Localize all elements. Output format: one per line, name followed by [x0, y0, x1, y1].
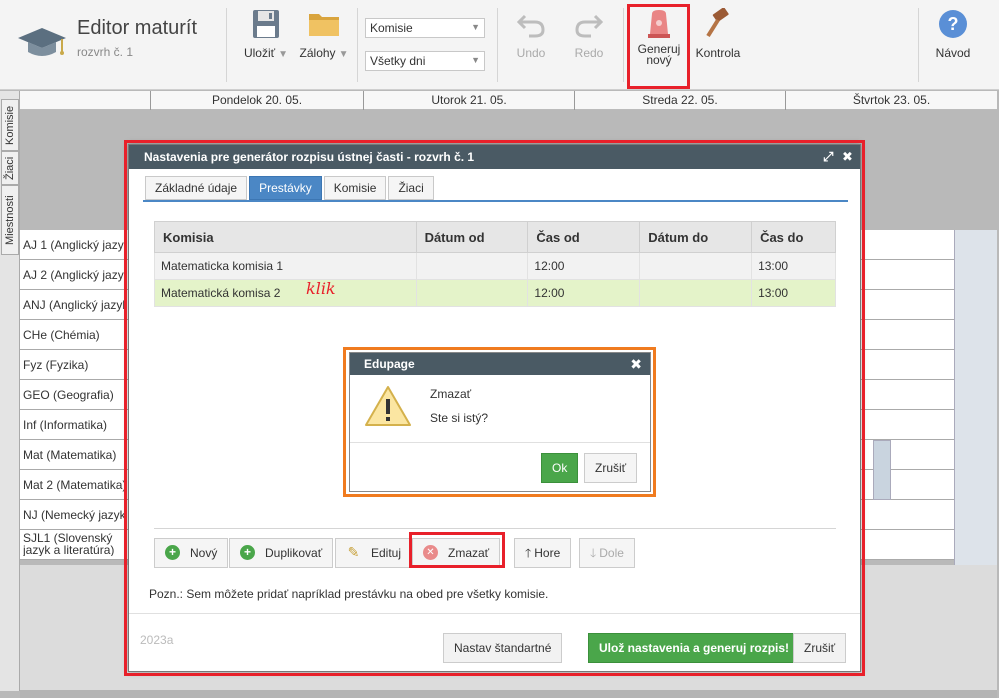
committee-select[interactable]: Komisie ▼ [365, 18, 485, 38]
redo-button[interactable]: Redo [569, 8, 609, 60]
undo-button[interactable]: Undo [511, 8, 551, 60]
toolbar: Editor maturít rozvrh č. 1 Uložiť ▼ Záloh… [0, 0, 999, 90]
row-label: CHe (Chémia) [23, 328, 100, 342]
days-select-value: Všetky dni [370, 54, 426, 68]
toolbar-divider [918, 8, 919, 82]
row-label: SJL1 (Slovenský jazyk a literatúra) [23, 532, 115, 556]
redo-label: Redo [574, 46, 604, 60]
floppy-disk-icon [253, 10, 279, 38]
side-tab-committees[interactable]: Komisie [1, 99, 19, 151]
row-label: ANJ (Anglický jazyk) [23, 298, 126, 312]
row-label: Mat 2 (Matematika) [23, 478, 126, 492]
undo-label: Undo [516, 46, 546, 60]
committee-select-value: Komisie [370, 21, 413, 35]
help-button[interactable]: ? Návod [932, 8, 974, 60]
row-label: NJ (Nemecký jazyk) [23, 508, 126, 522]
scheduled-block[interactable] [873, 440, 891, 500]
days-select[interactable]: Všetky dni ▼ [365, 51, 485, 71]
chevron-down-icon: ▼ [338, 49, 349, 60]
row-label: AJ 2 (Anglický jazyk) [23, 268, 126, 282]
row-label: AJ 1 (Anglický jazyk) [23, 238, 126, 252]
day-header: Pondelok 20. 05. Utorok 21. 05. Streda 2… [20, 91, 997, 110]
chevron-down-icon: ▼ [278, 49, 289, 60]
row-label: Fyz (Fyzika) [23, 358, 89, 372]
gavel-icon [706, 8, 729, 38]
day-header-cell: Pondelok 20. 05. [150, 91, 363, 110]
row-label: GEO (Geografia) [23, 388, 114, 402]
row-label: Mat (Matematika) [23, 448, 117, 462]
app-title: Editor maturít [77, 17, 198, 39]
annotation-highlight-confirm [343, 347, 656, 497]
check-label: Kontrola [695, 46, 741, 60]
side-tabs: Komisie Žiaci Miestnosti [0, 91, 20, 691]
scheduled-column [954, 230, 997, 565]
annotation-highlight-delete [409, 532, 505, 568]
chevron-down-icon: ▼ [471, 55, 480, 65]
toolbar-divider [357, 8, 358, 82]
save-button[interactable]: Uložiť ▼ [241, 8, 291, 60]
graduation-cap-icon [18, 28, 66, 56]
annotation-highlight-generate [627, 4, 690, 89]
day-header-cell: Streda 22. 05. [574, 91, 785, 110]
folder-icon [309, 14, 339, 36]
backups-button[interactable]: Zálohy ▼ [297, 8, 351, 60]
chevron-down-icon: ▼ [471, 22, 480, 32]
side-tab-students[interactable]: Žiaci [1, 151, 19, 185]
undo-icon [516, 14, 545, 38]
toolbar-divider [226, 8, 227, 82]
help-icon: ? [939, 10, 967, 38]
save-label: Uložiť [243, 46, 276, 60]
toolbar-divider [623, 8, 624, 82]
help-label: Návod [935, 46, 971, 60]
redo-icon [575, 14, 604, 38]
backups-label: Zálohy [299, 46, 336, 60]
day-header-cell: Utorok 21. 05. [363, 91, 574, 110]
row-label: Inf (Informatika) [23, 418, 108, 432]
check-button[interactable]: Kontrola [693, 8, 743, 60]
svg-text:?: ? [948, 14, 959, 34]
toolbar-divider [497, 8, 498, 82]
day-header-cell: Štvrtok 23. 05. [785, 91, 997, 110]
side-tab-rooms[interactable]: Miestnosti [1, 185, 19, 255]
horizontal-scrollbar[interactable] [20, 690, 997, 698]
schedule-name: rozvrh č. 1 [77, 45, 134, 59]
